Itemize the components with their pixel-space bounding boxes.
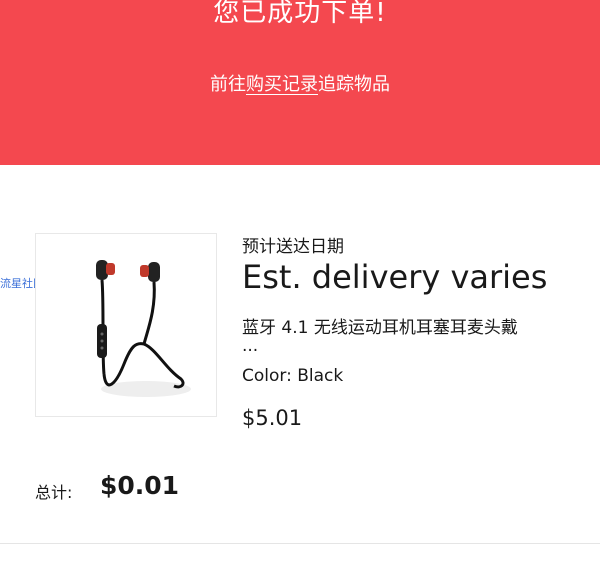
earphones-icon [96,260,191,397]
track-message-prefix: 前往 [210,74,246,95]
total-label: 总计: [35,483,73,502]
purchase-history-link[interactable]: 购买记录 [246,74,318,95]
item-price: $5.01 [242,406,303,430]
divider [0,543,600,544]
track-message-suffix: 追踪物品 [318,74,390,95]
success-title: 您已成功下单! [213,0,387,28]
product-image[interactable] [35,233,217,417]
total-value: $0.01 [100,471,180,500]
item-title-ellipsis: ... [242,336,259,356]
delivery-label: 预计送达日期 [242,237,344,257]
delivery-estimate: Est. delivery varies [242,258,548,296]
item-title[interactable]: 蓝牙 4.1 无线运动耳机耳塞耳麦头戴 [242,313,518,338]
order-success-banner: 您已成功下单! 前往购买记录追踪物品 [0,0,600,165]
item-color: Color: Black [242,366,344,386]
track-message: 前往购买记录追踪物品 [0,70,600,96]
